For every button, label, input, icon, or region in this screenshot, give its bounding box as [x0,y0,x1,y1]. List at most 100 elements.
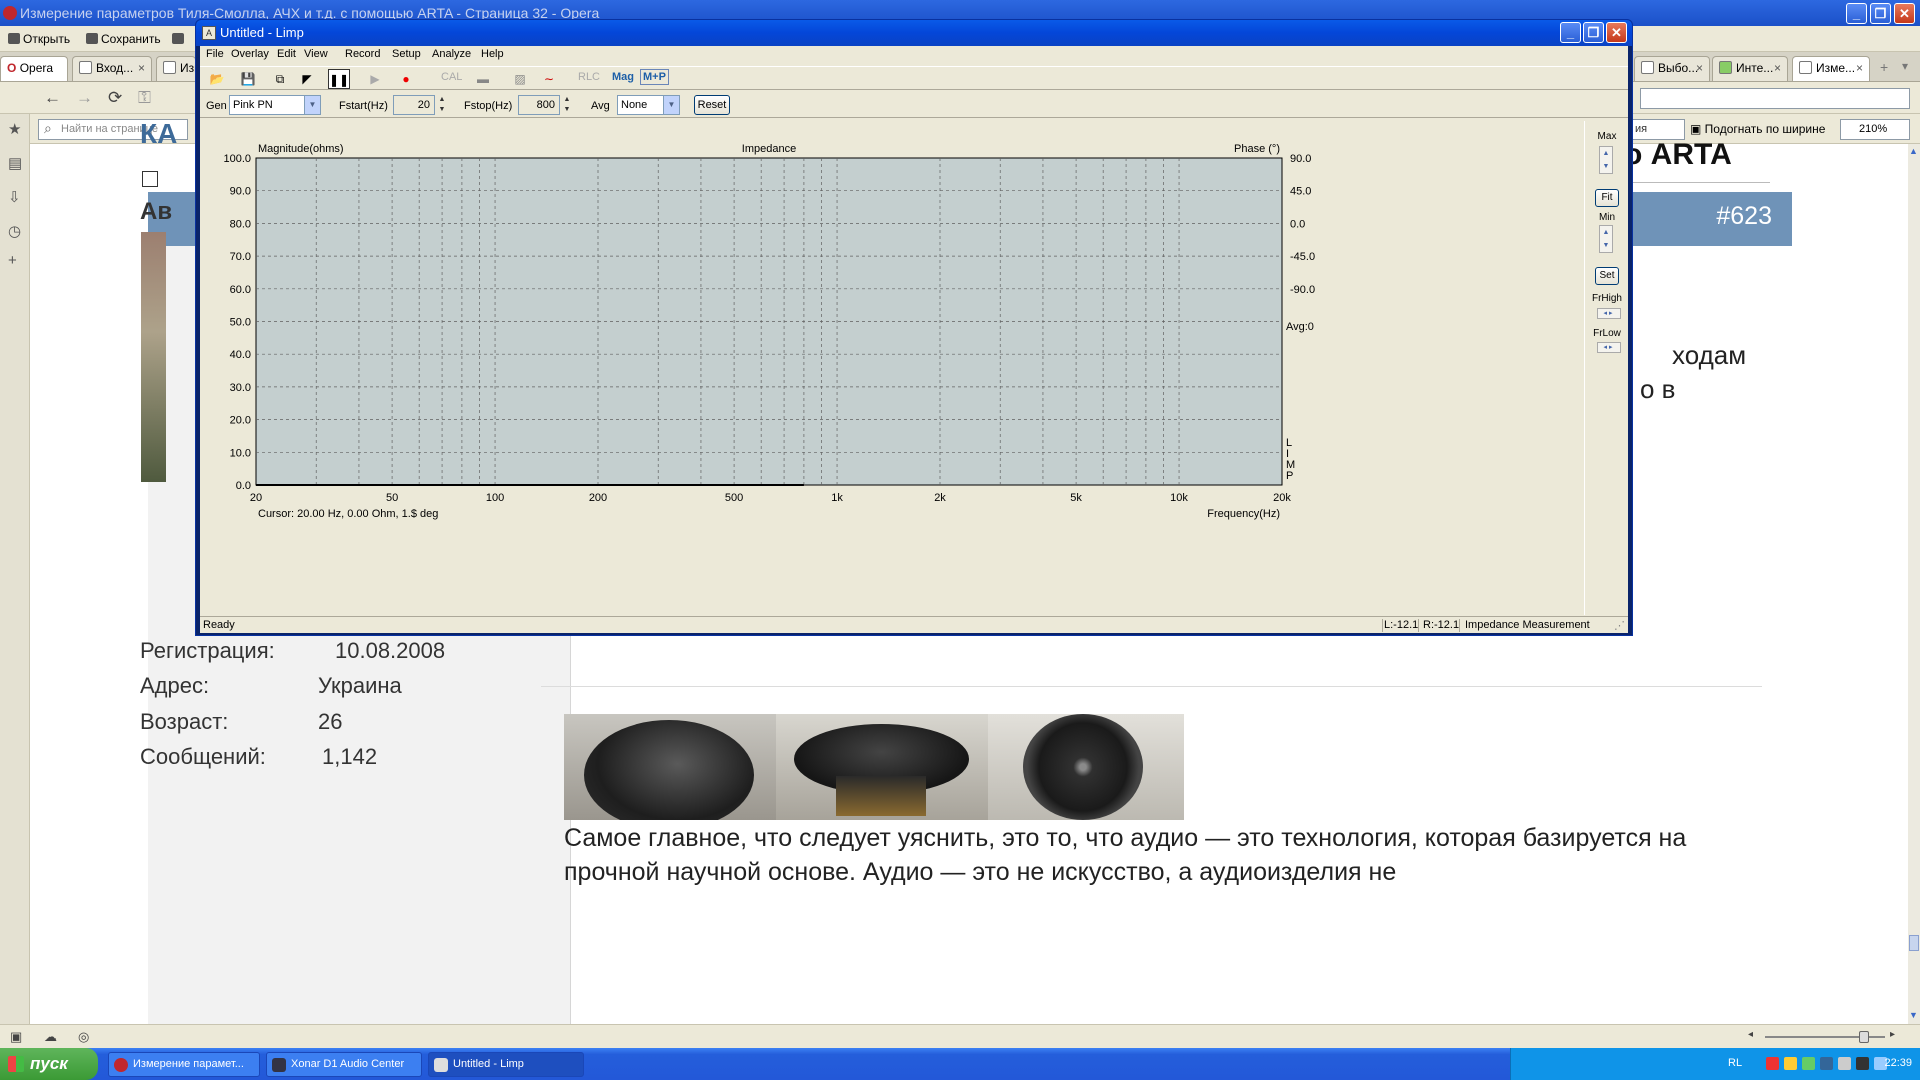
speaker-photo-3[interactable] [988,714,1184,820]
set-button[interactable]: Set [1595,267,1619,285]
menu-help[interactable]: Help [481,48,504,60]
tab-izme[interactable]: Изме [156,56,196,81]
task-xonar[interactable]: Xonar D1 Audio Center [266,1052,422,1077]
copy-icon[interactable]: ⧉ [269,69,291,89]
history-icon[interactable]: ◷ [8,222,21,240]
max-stepper[interactable]: ▲ ▼ [1599,146,1613,174]
scroll-down-icon[interactable]: ▼ [1909,1010,1918,1020]
key-icon[interactable]: ⚿ [138,88,151,108]
mag-button[interactable]: Mag [612,71,634,83]
tab-close-icon[interactable]: × [1774,57,1781,79]
task-opera[interactable]: Измерение парамет... [108,1052,260,1077]
start-button[interactable]: пуск [0,1048,98,1080]
tray-icon-3[interactable] [1802,1057,1815,1070]
maximize-button[interactable]: ❐ [1870,3,1891,24]
tray-icon-4[interactable] [1820,1057,1833,1070]
menu-analyze[interactable]: Analyze [432,48,471,60]
chevron-down-icon[interactable]: ▼ [663,96,679,114]
language-indicator[interactable]: RL [1728,1057,1742,1069]
clock[interactable]: 22:39 [1884,1057,1912,1069]
tab-close-icon[interactable]: × [1856,57,1863,79]
minimize-button[interactable]: _ [1846,3,1867,24]
reload-icon[interactable]: ⟳ [108,88,122,108]
menu-file[interactable]: File [206,48,224,60]
panel-toggle-icon[interactable]: ▣ [10,1029,22,1045]
fstart-input[interactable]: 20 [393,95,435,115]
reset-button[interactable]: Reset [694,95,730,115]
add-panel-icon[interactable]: + [8,252,17,269]
opera-menu-tab[interactable]: O Opera [0,56,68,81]
speaker-photo-strip[interactable] [564,714,1194,820]
marker-icon[interactable]: ◤ [296,69,318,89]
menu-view[interactable]: View [304,48,328,60]
close-button[interactable]: ✕ [1894,3,1915,24]
page-scrollbar[interactable]: ▲ ▼ [1908,144,1920,1024]
menu-edit[interactable]: Edit [277,48,296,60]
impedance-chart[interactable]: 0.0 10.0 20.0 30.0 40.0 50.0 60.0 70.0 80.0 90.0 1… [200,121,1584,615]
resize-grip-icon[interactable]: ⋰ [1614,619,1625,632]
post-number[interactable]: #623 [1716,202,1772,231]
cal-button[interactable]: CAL [441,71,462,83]
address-field[interactable] [1640,88,1910,109]
new-tab-icon[interactable]: + [1880,59,1888,75]
curve-icon[interactable]: ∼ [538,69,560,89]
avg-select[interactable]: None ▼ [617,95,680,115]
limp-app-icon[interactable]: A [202,26,216,40]
open-button[interactable]: Открыть [8,32,70,46]
generator-select[interactable]: Pink PN ▼ [229,95,321,115]
limp-minimize-button[interactable]: _ [1560,22,1581,43]
chart-svg[interactable]: 0.0 10.0 20.0 30.0 40.0 50.0 60.0 70.0 80.0 90.0 1… [200,121,1584,615]
downloads-icon[interactable]: ⇩ [8,188,21,206]
back-icon[interactable]: ← [44,88,61,108]
tab-login[interactable]: Вход... × [72,56,152,81]
zoom-out-icon[interactable]: ◂ [1748,1029,1753,1040]
chevron-down-icon[interactable]: ▼ [304,96,320,114]
unite-icon[interactable]: ☁ [44,1029,57,1045]
task-limp[interactable]: Untitled - Limp [428,1052,584,1077]
record-button[interactable]: ● [395,69,417,89]
notes-icon[interactable]: ▤ [8,154,22,172]
frlow-arrows[interactable]: ◂▸ [1597,342,1621,353]
zoom-slider-knob[interactable] [1859,1031,1869,1043]
menu-overlay[interactable]: Overlay [231,48,269,60]
min-stepper[interactable]: ▲ ▼ [1599,225,1613,253]
tray-icon-6[interactable] [1856,1057,1869,1070]
play-button[interactable]: ▶ [364,69,386,89]
speaker-photo-1[interactable] [564,714,776,820]
tray-icon-2[interactable] [1784,1057,1797,1070]
tab-vybo[interactable]: Выбо... × [1634,56,1710,81]
fstop-stepper[interactable]: ▲ ▼ [561,95,573,115]
pause-button[interactable]: ❚❚ [328,69,350,89]
fit-button[interactable]: Fit [1595,189,1619,207]
overlay-icon[interactable]: ▨ [509,69,531,89]
generator-icon[interactable]: ▬ [472,69,494,89]
mp-button[interactable]: M+P [640,69,669,85]
tab-close-icon[interactable]: × [1696,57,1703,79]
find-partial-field[interactable]: ия [1630,119,1685,140]
save-button[interactable]: Сохранить [86,32,161,46]
zoom-in-icon[interactable]: ▸ [1890,1029,1895,1040]
fit-width-button[interactable]: ▣ Подогнать по ширине [1690,119,1825,140]
tab-izme-active[interactable]: Изме... × [1792,56,1870,81]
speed-dial-icon[interactable]: ◎ [78,1029,89,1045]
tab-close-icon[interactable]: × [138,57,145,79]
zoom-select[interactable]: 210% [1840,119,1910,140]
post-select-checkbox[interactable] [142,171,158,187]
open-file-icon[interactable]: 📂 [206,69,228,89]
menu-setup[interactable]: Setup [392,48,421,60]
save-file-icon[interactable]: 💾 [237,69,259,89]
author-name-fragment[interactable]: КА [140,118,177,150]
print-icon[interactable] [172,32,187,46]
tab-menu-icon[interactable]: ▾ [1902,59,1908,73]
scroll-thumb[interactable] [1909,935,1919,951]
speaker-photo-2[interactable] [776,714,988,820]
limp-titlebar[interactable]: A Untitled - Limp _ ❐ ✕ [196,20,1632,46]
menu-record[interactable]: Record [345,48,380,60]
fstop-input[interactable]: 800 [518,95,560,115]
tray-icon-5[interactable] [1838,1057,1851,1070]
rlc-button[interactable]: RLC [578,71,600,83]
limp-maximize-button[interactable]: ❐ [1583,22,1604,43]
bookmarks-star-icon[interactable]: ★ [8,120,21,138]
fstart-stepper[interactable]: ▲ ▼ [436,95,448,115]
zoom-slider[interactable] [1765,1031,1885,1043]
